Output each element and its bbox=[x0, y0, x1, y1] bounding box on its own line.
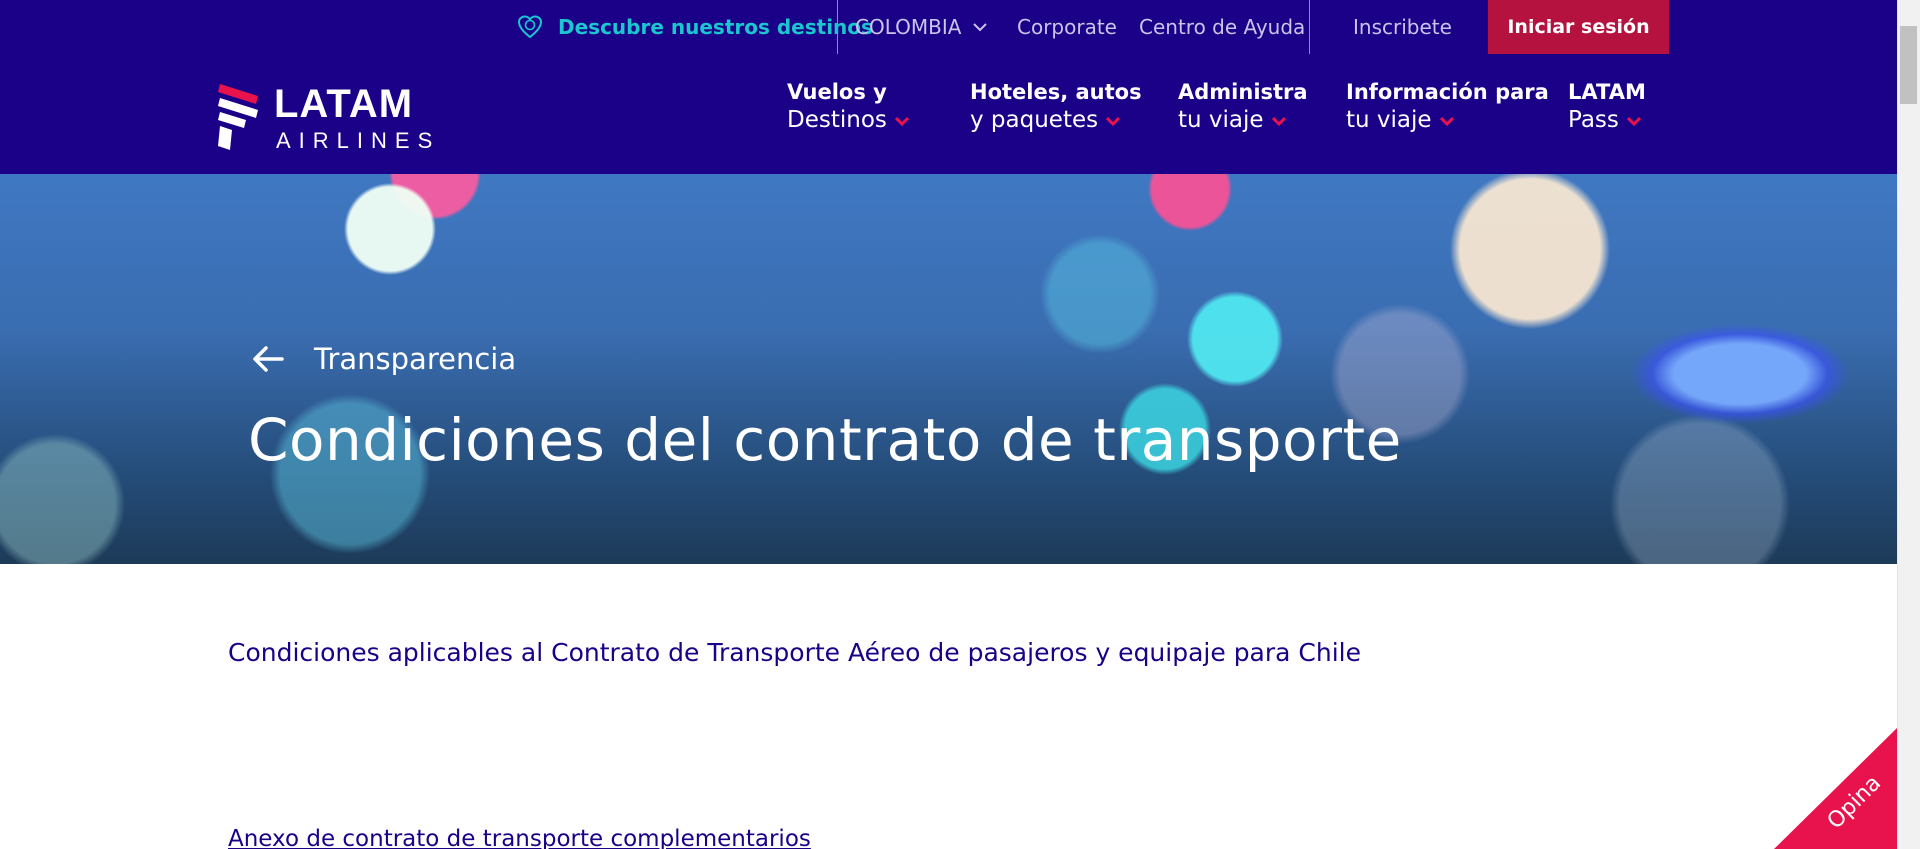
nav-trip-information[interactable]: Información para tu viaje bbox=[1346, 78, 1549, 134]
country-label: COLOMBIA bbox=[855, 15, 962, 39]
main-navigation: LATAM AIRLINES Vuelos y Destinos Hoteles… bbox=[0, 54, 1897, 174]
scrollbar-thumb[interactable] bbox=[1900, 26, 1917, 104]
divider bbox=[1309, 0, 1310, 54]
chevron-down-icon bbox=[1439, 116, 1454, 126]
feedback-button[interactable]: Opina bbox=[1774, 728, 1897, 849]
nav-item-line2: Destinos bbox=[787, 107, 887, 133]
heart-globe-icon bbox=[517, 15, 543, 39]
logo-wordmark-latam: LATAM bbox=[274, 82, 414, 126]
annex-contract-link[interactable]: Anexo de contrato de transporte compleme… bbox=[228, 826, 811, 849]
page-title: Condiciones del contrato de transporte bbox=[248, 406, 1402, 474]
nav-item-line1: Información para bbox=[1346, 80, 1549, 104]
logo-wordmark-airlines: AIRLINES bbox=[276, 128, 441, 153]
hero-banner: Transparencia Condiciones del contrato d… bbox=[0, 174, 1897, 564]
nav-item-line1: Vuelos y bbox=[787, 80, 887, 104]
arrow-left-icon bbox=[253, 346, 284, 372]
scrollbar-track[interactable] bbox=[1897, 0, 1920, 849]
nav-manage-trip[interactable]: Administra tu viaje bbox=[1178, 78, 1308, 134]
utility-bar: Descubre nuestros destinos COLOMBIA Corp… bbox=[0, 0, 1897, 54]
chevron-down-icon bbox=[1106, 116, 1121, 126]
chevron-down-icon bbox=[1626, 116, 1641, 126]
nav-item-line1: Hoteles, autos bbox=[970, 80, 1142, 104]
nav-item-line1: LATAM bbox=[1568, 80, 1646, 104]
login-button[interactable]: Iniciar sesión bbox=[1488, 0, 1669, 54]
discover-destinations-link[interactable]: Descubre nuestros destinos bbox=[516, 0, 873, 54]
country-selector[interactable]: COLOMBIA bbox=[855, 0, 988, 54]
nav-item-line2: tu viaje bbox=[1346, 107, 1432, 133]
nav-item-line1: Administra bbox=[1178, 80, 1308, 104]
chevron-down-icon bbox=[894, 116, 909, 126]
chevron-down-icon bbox=[1271, 116, 1286, 126]
back-link-transparencia[interactable]: Transparencia bbox=[252, 342, 516, 376]
nav-hotels-cars-packages[interactable]: Hoteles, autos y paquetes bbox=[970, 78, 1142, 134]
help-center-link[interactable]: Centro de Ayuda bbox=[1139, 0, 1305, 54]
nav-item-line2: Pass bbox=[1568, 107, 1619, 133]
nav-latam-pass[interactable]: LATAM Pass bbox=[1568, 78, 1646, 134]
divider bbox=[837, 0, 838, 54]
nav-item-line2: tu viaje bbox=[1178, 107, 1264, 133]
nav-item-line2: y paquetes bbox=[970, 107, 1099, 133]
corporate-link[interactable]: Corporate bbox=[1017, 0, 1117, 54]
signup-link[interactable]: Inscribete bbox=[1353, 0, 1452, 54]
discover-destinations-label: Descubre nuestros destinos bbox=[558, 15, 873, 39]
latam-wing-logo-icon bbox=[218, 84, 258, 150]
nav-flights-destinations[interactable]: Vuelos y Destinos bbox=[787, 78, 909, 134]
back-link-label: Transparencia bbox=[314, 342, 517, 376]
chevron-down-icon bbox=[973, 23, 988, 32]
latam-logo[interactable]: LATAM AIRLINES bbox=[216, 78, 446, 153]
chile-conditions-link[interactable]: Condiciones aplicables al Contrato de Tr… bbox=[228, 638, 1361, 667]
